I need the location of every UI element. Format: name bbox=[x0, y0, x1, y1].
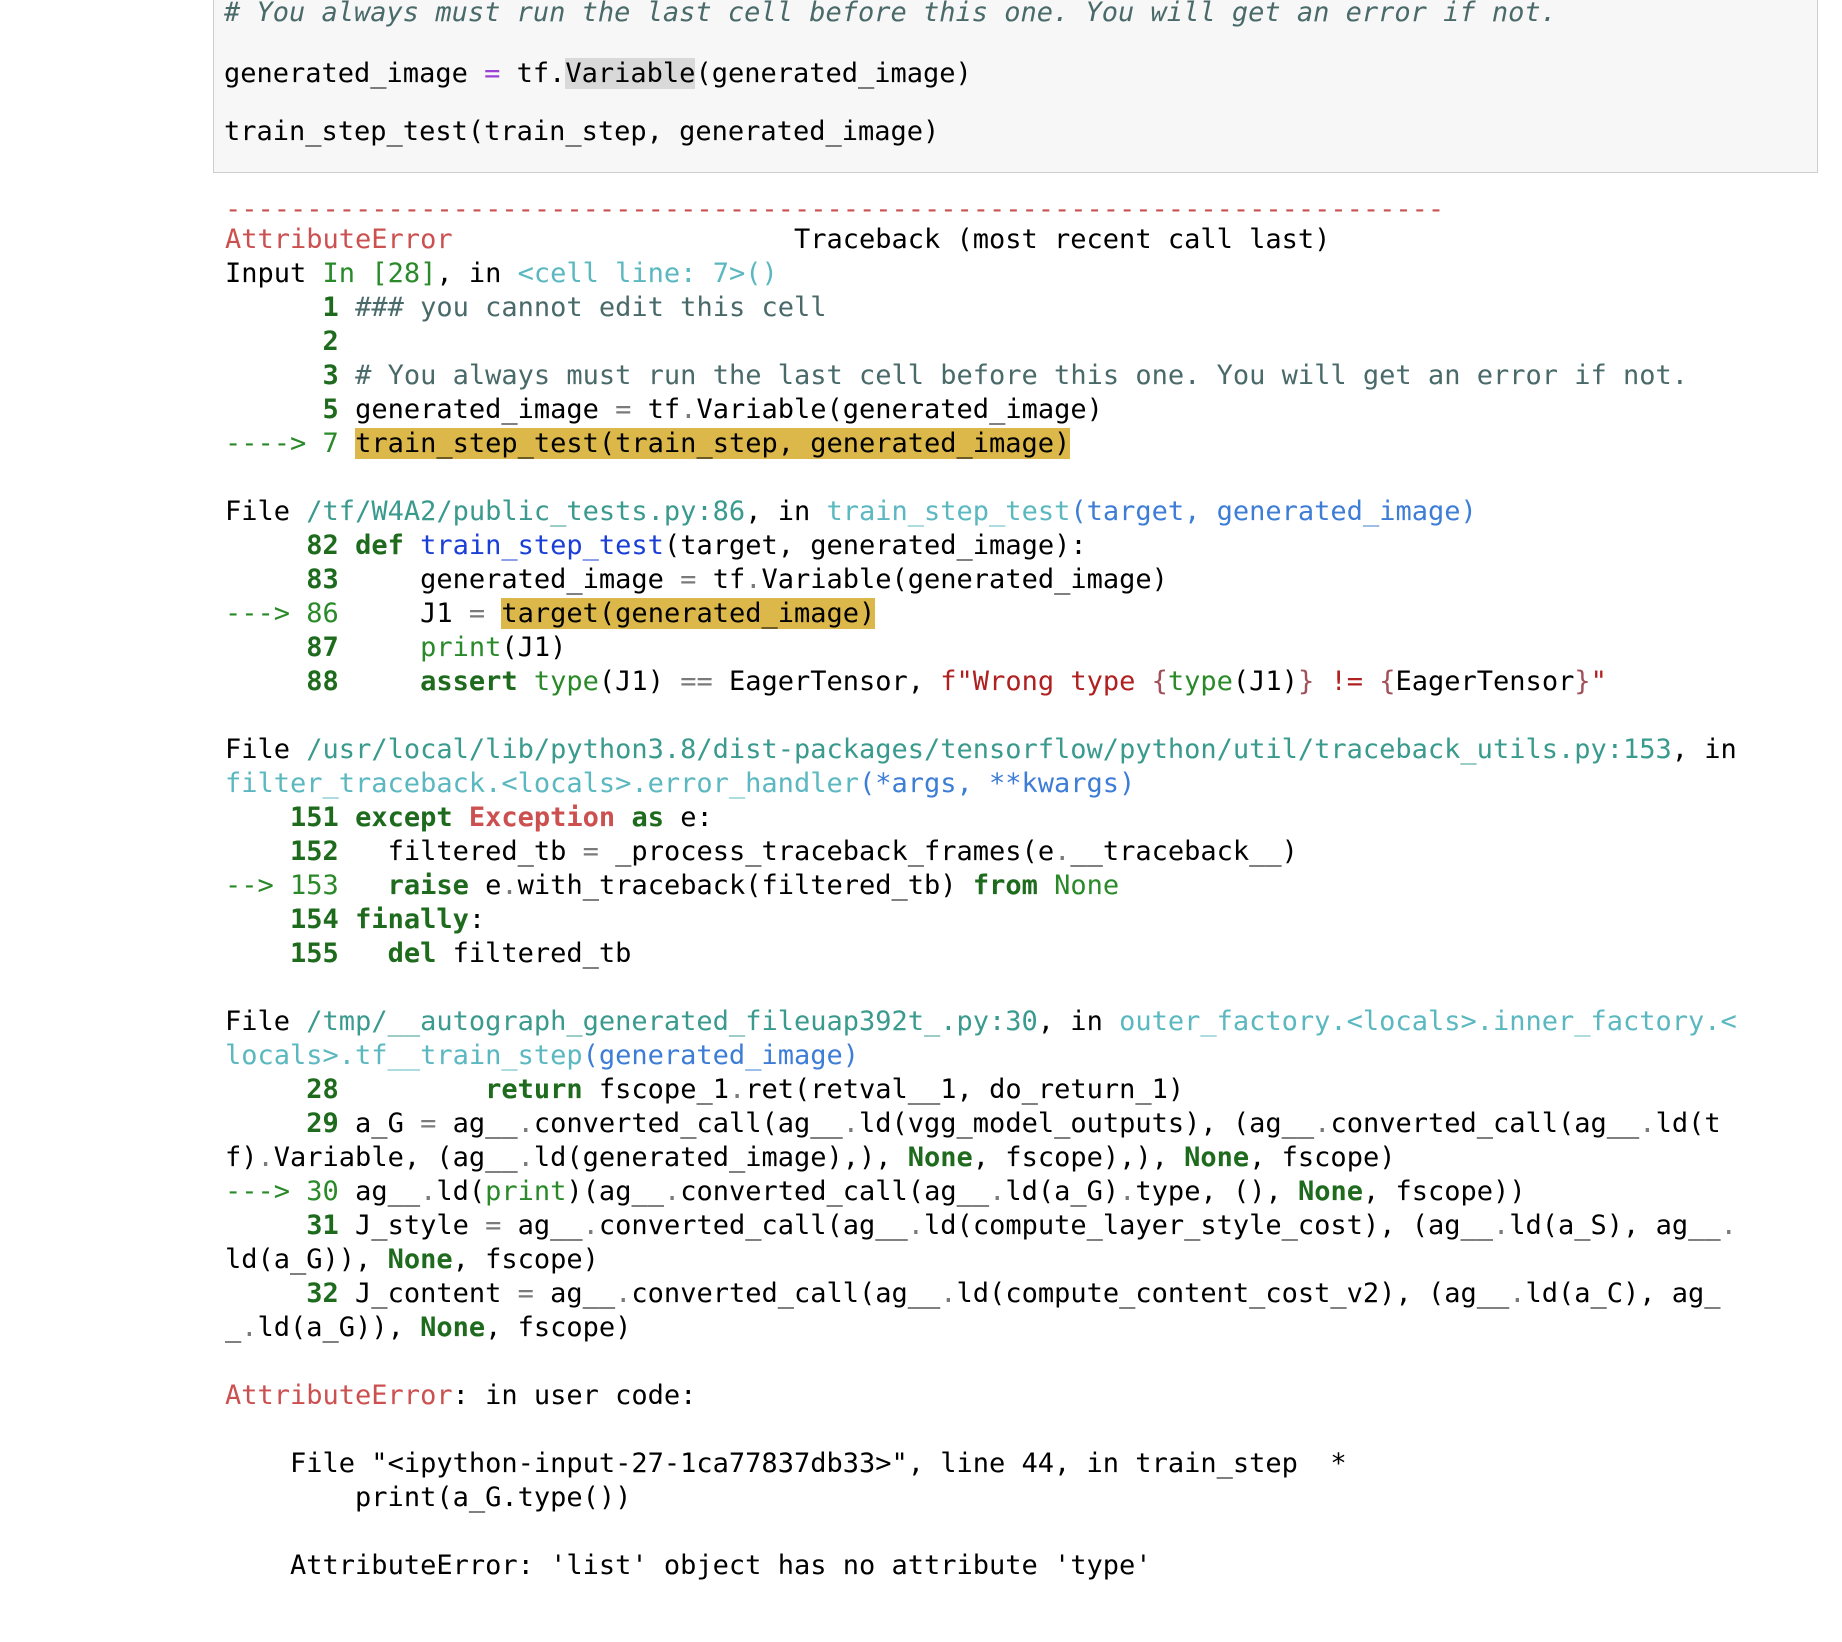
input-comment-line: # You always must run the last cell befo… bbox=[224, 0, 1557, 28]
frame1-line-88: 88 assert type(J1) == EagerTensor, f"Wro… bbox=[306, 666, 1607, 697]
frame1-line-83: 83 generated_image = tf.Variable(generat… bbox=[306, 564, 1168, 595]
input-location-line: Input In [28], in <cell line: 7>() bbox=[225, 258, 778, 289]
frame1-line-87: 87 print(J1) bbox=[306, 632, 567, 663]
frame2-header: File /usr/local/lib/python3.8/dist-packa… bbox=[225, 734, 1737, 765]
traceback-separator: ----------------------------------------… bbox=[225, 194, 1445, 225]
final-error-line: AttributeError: in user code: bbox=[225, 1380, 697, 1411]
frame2-func-line: filter_traceback.<locals>.error_handler(… bbox=[225, 767, 1135, 801]
traceback-header: AttributeError Traceback (most recent ca… bbox=[225, 223, 1330, 257]
frame2-line-154: 154 finally: bbox=[290, 904, 486, 935]
frame2-line-155: 155 del filtered_tb bbox=[290, 938, 632, 969]
input-code-line-train: train_step_test(train_step, generated_im… bbox=[224, 116, 940, 147]
frame1-header: File /tf/W4A2/public_tests.py:86, in tra… bbox=[225, 496, 1477, 527]
frame3-line-31a: 31 J_style = ag__.converted_call(ag__.ld… bbox=[306, 1210, 1737, 1241]
frame2-line-151: 151 except Exception as e: bbox=[290, 802, 713, 833]
frame3-line-29a: 29 a_G = ag__.converted_call(ag__.ld(vgg… bbox=[306, 1108, 1721, 1139]
input-trace-line-7: ----> 7 train_step_test(train_step, gene… bbox=[225, 428, 1071, 459]
final-message-line: AttributeError: 'list' object has no att… bbox=[290, 1550, 1152, 1581]
traceback-header-right: Traceback (most recent call last) bbox=[793, 224, 1331, 255]
frame3-func-line: locals>.tf__train_step(generated_image) bbox=[225, 1039, 859, 1073]
input-ref: In [28] bbox=[322, 258, 437, 289]
frame2-path-link[interactable]: /usr/local/lib/python3.8/dist-packages/t… bbox=[306, 734, 1671, 765]
final-file-line: File "<ipython-input-27-1ca77837db33>", … bbox=[290, 1448, 1347, 1479]
input-trace-line-1: 1 ### you cannot edit this cell bbox=[322, 292, 827, 323]
frame3-line-31b: ld(a_G)), None, fscope) bbox=[225, 1244, 599, 1275]
input-trace-line-2: 2 bbox=[322, 326, 339, 357]
frame2-line-152: 152 filtered_tb = _process_traceback_fra… bbox=[290, 836, 1298, 867]
frame3-line-30: ---> 30 ag__.ld(print)(ag__.converted_ca… bbox=[225, 1176, 1526, 1207]
code-input-cell[interactable]: # You always must run the last cell befo… bbox=[213, 0, 1818, 173]
frame3-path-link[interactable]: /tmp/__autograph_generated_fileuap392t_.… bbox=[306, 1006, 1038, 1037]
final-error-name: AttributeError bbox=[225, 1380, 453, 1411]
input-trace-line-3: 3 # You always must run the last cell be… bbox=[322, 360, 1689, 391]
frame1-func-link[interactable]: train_step_test(target, generated_image) bbox=[827, 496, 1477, 527]
frame3-line-32b: _.ld(a_G)), None, fscope) bbox=[225, 1312, 632, 1343]
frame3-func-link-a[interactable]: outer_factory.<locals>.inner_factory.< bbox=[1119, 1006, 1737, 1037]
input-label: Input bbox=[225, 258, 307, 289]
frame1-path-link[interactable]: /tf/W4A2/public_tests.py:86 bbox=[306, 496, 745, 527]
input-trace-line-5: 5 generated_image = tf.Variable(generate… bbox=[322, 394, 1103, 425]
error-name: AttributeError bbox=[225, 224, 453, 255]
frame3-func-link-b[interactable]: locals>.tf__train_step(generated_image) bbox=[225, 1040, 859, 1071]
frame1-line-86: ---> 86 J1 = target(generated_image) bbox=[225, 598, 876, 629]
frame1-line-82: 82 def train_step_test(target, generated… bbox=[306, 530, 1087, 561]
frame2-line-153: --> 153 raise e.with_traceback(filtered_… bbox=[225, 870, 1120, 901]
input-loc-link[interactable]: <cell line: 7>() bbox=[518, 258, 778, 289]
frame3-line-32a: 32 J_content = ag__.converted_call(ag__.… bbox=[306, 1278, 1721, 1309]
input-code-line-variable: generated_image = tf.Variable(generated_… bbox=[224, 58, 972, 89]
frame3-line-29b: f).Variable, (ag__.ld(generated_image),)… bbox=[225, 1142, 1396, 1173]
frame3-header: File /tmp/__autograph_generated_fileuap3… bbox=[225, 1006, 1737, 1037]
frame3-line-28: 28 return fscope_1.ret(retval__1, do_ret… bbox=[306, 1074, 1185, 1105]
final-code-line: print(a_G.type()) bbox=[355, 1482, 632, 1513]
frame2-func-link[interactable]: filter_traceback.<locals>.error_handler(… bbox=[225, 768, 1135, 799]
